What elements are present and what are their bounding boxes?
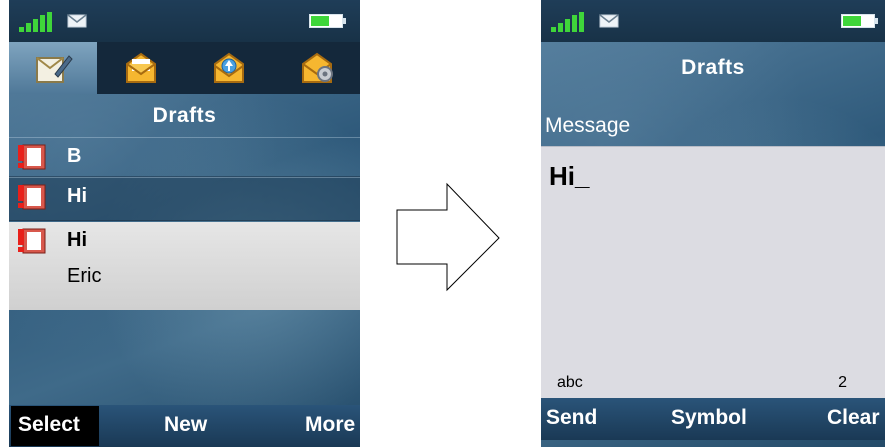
draft-message-icon	[18, 184, 46, 210]
message-text: Hi_	[549, 161, 590, 191]
status-bar	[541, 0, 885, 42]
softkey-send[interactable]: Send	[546, 406, 597, 430]
message-indicator-icon	[67, 14, 87, 28]
list-item[interactable]: B	[9, 137, 360, 177]
message-folder-tabs	[9, 42, 360, 94]
list-item-selected[interactable]: Hi Eric	[9, 222, 360, 310]
softkey-clear[interactable]: Clear	[827, 406, 880, 430]
message-text-area[interactable]: Hi_ abc 2	[541, 146, 885, 398]
draft-recipient: Eric	[67, 265, 102, 287]
screen-title: Drafts	[152, 104, 217, 127]
tab-settings[interactable]	[273, 42, 360, 94]
compose-icon	[36, 55, 73, 83]
draft-message-icon	[18, 144, 46, 170]
message-field-label: Message	[545, 114, 631, 137]
message-indicator-icon	[599, 14, 619, 28]
tab-outbox[interactable]	[185, 42, 273, 94]
softkey-select[interactable]: Select	[18, 413, 80, 437]
screen-title: Drafts	[681, 56, 745, 79]
softkey-more[interactable]: More	[305, 413, 355, 437]
signal-strength-icon	[551, 12, 587, 32]
draft-subject: B	[67, 145, 82, 167]
character-count: 2	[838, 374, 847, 391]
battery-icon	[841, 14, 878, 28]
inbox-envelope-icon	[126, 52, 156, 83]
tab-inbox[interactable]	[97, 42, 185, 94]
tab-drafts[interactable]	[9, 42, 97, 94]
input-mode-indicator: abc	[557, 374, 583, 391]
status-bar	[9, 0, 360, 42]
draft-subject: Hi	[67, 185, 87, 207]
softkey-symbol[interactable]: Symbol	[671, 406, 747, 430]
settings-envelope-icon	[302, 52, 333, 83]
transition-arrow-icon	[396, 182, 500, 292]
phone-screen-message-editor: Drafts Message Hi_ abc 2 Send Symbol Cle…	[541, 0, 885, 447]
draft-subject: Hi	[67, 229, 87, 251]
softkey-bar: Send Symbol Clear	[541, 398, 885, 440]
signal-strength-icon	[19, 12, 55, 32]
list-item[interactable]: Hi	[9, 177, 360, 221]
battery-icon	[309, 14, 346, 28]
outbox-upload-icon	[214, 52, 244, 83]
phone-screen-drafts-list: Drafts B Hi Hi Eric Select New More	[9, 0, 360, 447]
softkey-new[interactable]: New	[164, 413, 207, 437]
softkey-bar: Select New More	[9, 405, 360, 447]
draft-message-icon	[18, 228, 46, 254]
